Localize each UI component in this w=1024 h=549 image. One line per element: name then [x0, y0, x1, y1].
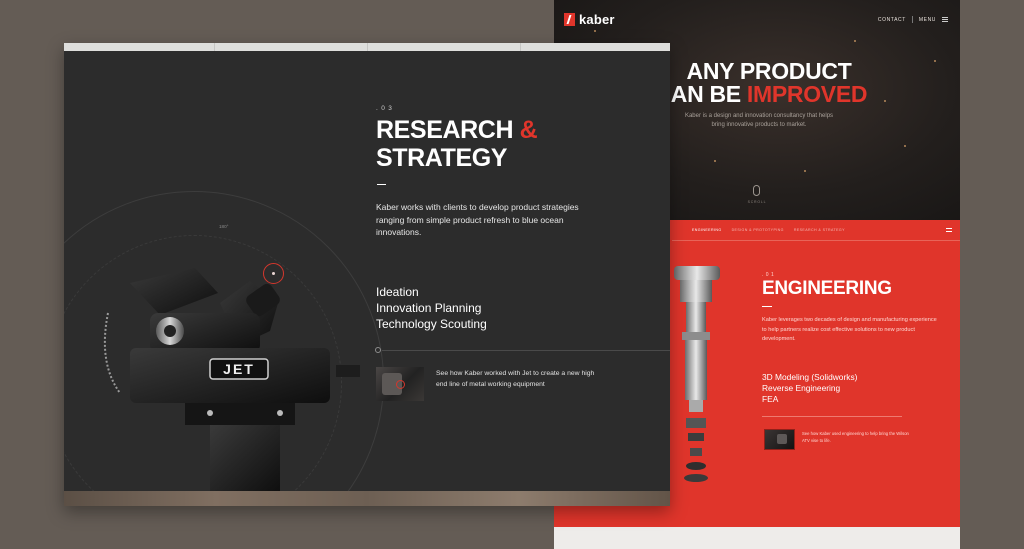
- scroll-label: SCROLL: [747, 200, 767, 204]
- subnav-engineering[interactable]: ENGINEERING: [692, 228, 722, 232]
- section-title: RESEARCH & STRATEGY: [376, 116, 538, 172]
- service-subnav: ENGINEERING DESIGN & PROTOTYPING RESEARC…: [692, 228, 845, 232]
- mouse-scroll-icon[interactable]: [753, 185, 760, 196]
- title-ampersand: &: [519, 116, 538, 144]
- spark: [904, 145, 906, 147]
- menu-link[interactable]: MENU: [919, 17, 936, 23]
- subnav-design-prototyping[interactable]: DESIGN & PROTOTYPING: [732, 228, 784, 232]
- section-description: Kaber leverages two decades of design an…: [762, 317, 937, 342]
- service-list: 3D Modeling (Solidworks) Reverse Enginee…: [762, 372, 857, 405]
- service-item: Reverse Engineering: [762, 383, 841, 393]
- kaber-logo-icon: [564, 13, 575, 26]
- section-title: ENGINEERING: [762, 278, 892, 299]
- case-divider: [762, 416, 902, 417]
- bar-divider: [367, 43, 368, 51]
- spark: [804, 170, 806, 172]
- footer-strip: [554, 527, 960, 549]
- logo-text: kaber: [579, 12, 615, 27]
- spark: [934, 60, 936, 62]
- case-study-link[interactable]: See how Kaber worked with Jet to create …: [436, 369, 596, 390]
- title-part1: RESEARCH: [376, 116, 520, 144]
- divider-circle-icon: [375, 347, 381, 353]
- bar-divider: [520, 43, 521, 51]
- service-item: FEA: [762, 394, 779, 404]
- engineering-part-image: [674, 266, 720, 482]
- case-study-link[interactable]: See how Kaber used engineering to help b…: [802, 431, 912, 444]
- service-item: Technology Scouting: [376, 317, 487, 331]
- hero-headline-prefix: AN BE: [670, 81, 741, 107]
- section-number: . 0 3: [376, 105, 393, 112]
- subnav-divider: [672, 240, 960, 241]
- nav-divider: [911, 16, 913, 23]
- spark: [594, 30, 596, 32]
- browser-top-bar: [64, 43, 670, 51]
- subnav-research-strategy[interactable]: RESEARCH & STRATEGY: [794, 228, 845, 232]
- hero-subtitle: Kaber is a design and innovation consult…: [684, 113, 834, 128]
- hero-headline-line2: AN BE IMPROVED: [649, 83, 889, 106]
- contact-link[interactable]: CONTACT: [878, 17, 906, 23]
- hero-headline-accent: IMPROVED: [746, 81, 868, 107]
- title-underline: [377, 184, 386, 185]
- title-part2: STRATEGY: [376, 144, 508, 172]
- machine-brand-label: JET: [223, 361, 255, 377]
- research-strategy-page-preview: 180° JET . 0 3 RESEARCH & STRATEGY Kaber…: [64, 43, 670, 506]
- case-divider: [382, 350, 670, 351]
- title-underline: [762, 306, 772, 307]
- next-section-preview-strip: [64, 491, 670, 506]
- jet-machine-image: JET: [103, 268, 360, 493]
- case-study-thumbnail[interactable]: [376, 367, 424, 401]
- spark: [714, 160, 716, 162]
- degree-label: 180°: [219, 224, 229, 229]
- service-item: Ideation: [376, 285, 419, 299]
- bar-divider: [214, 43, 215, 51]
- top-navigation: CONTACT MENU: [878, 16, 948, 23]
- service-item: 3D Modeling (Solidworks): [762, 372, 858, 382]
- subnav-menu-icon[interactable]: [946, 228, 952, 232]
- service-list: Ideation Innovation Planning Technology …: [376, 284, 487, 332]
- spark: [854, 40, 856, 42]
- hamburger-menu-icon[interactable]: [942, 17, 948, 22]
- case-study-thumbnail[interactable]: [764, 429, 795, 450]
- hero-headline-line1: ANY PRODUCT: [686, 58, 852, 84]
- kaber-logo[interactable]: kaber: [564, 12, 615, 27]
- section-description: Kaber works with clients to develop prod…: [376, 202, 579, 238]
- hero-headline: ANY PRODUCT AN BE IMPROVED: [649, 60, 889, 106]
- service-item: Innovation Planning: [376, 301, 482, 315]
